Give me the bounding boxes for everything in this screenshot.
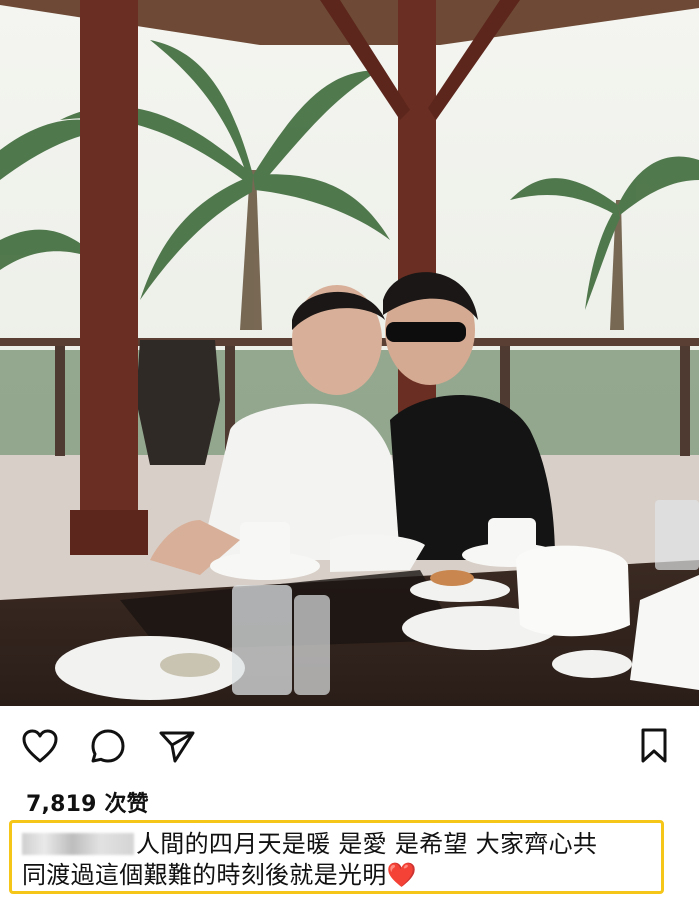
- caption-highlight-box: 人間的四月天是暖 是愛 是希望 大家齊心共 同渡過這個艱難的時刻後就是光明❤️: [9, 820, 664, 894]
- post-action-bar: [0, 706, 699, 784]
- bookmark-icon: [641, 728, 667, 763]
- blurred-username[interactable]: [22, 833, 134, 855]
- comment-button[interactable]: [88, 726, 128, 766]
- post-caption: 人間的四月天是暖 是愛 是希望 大家齊心共 同渡過這個艱難的時刻後就是光明❤️: [22, 829, 653, 891]
- paper-plane-icon: [159, 731, 195, 763]
- likes-count[interactable]: 7,819 次赞: [26, 786, 149, 818]
- post-photo-graphic: [0, 0, 699, 706]
- post-photo[interactable]: [0, 0, 699, 706]
- comment-bubble-icon: [91, 729, 125, 763]
- caption-line-1: 人間的四月天是暖 是愛 是希望 大家齊心共: [136, 830, 598, 858]
- red-heart-emoji-icon: ❤️: [386, 861, 417, 889]
- save-button[interactable]: [634, 726, 674, 766]
- caption-line-2: 同渡過這個艱難的時刻後就是光明: [22, 861, 387, 889]
- heart-outline-icon: [22, 729, 58, 763]
- like-button[interactable]: [20, 726, 60, 766]
- share-button[interactable]: [157, 726, 197, 766]
